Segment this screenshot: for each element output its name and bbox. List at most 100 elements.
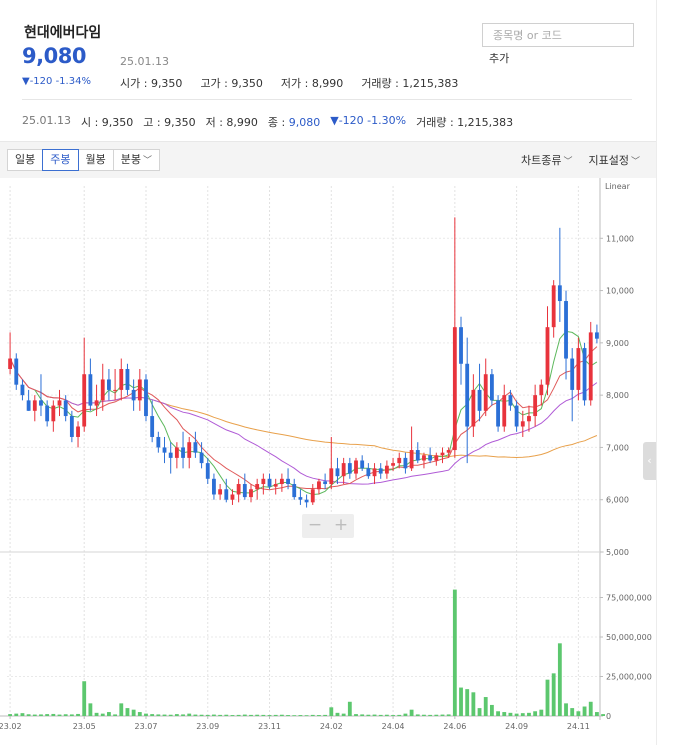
x-tick-label: 24.02 bbox=[320, 722, 343, 731]
tab-minute[interactable]: 분봉 ﹀ bbox=[112, 149, 161, 171]
volume-bar bbox=[298, 715, 303, 716]
candle-body bbox=[45, 405, 50, 422]
volume-bar bbox=[471, 692, 476, 716]
low-price: 저가 : 8,990 bbox=[280, 77, 344, 90]
quote-volume: 거래량 : 1,215,383 bbox=[416, 116, 514, 129]
price-change: ▼-120 -1.34% bbox=[22, 76, 91, 87]
candle-body bbox=[452, 327, 457, 451]
volume-bar bbox=[26, 714, 31, 716]
volume-bar bbox=[489, 704, 494, 716]
volume-bar bbox=[366, 714, 371, 716]
tab-monthly[interactable]: 월봉 bbox=[77, 149, 114, 171]
volume-bar bbox=[354, 714, 358, 716]
quote-line: 25.01.13 시 : 9,350 고 : 9,350 저 : 8,990 종… bbox=[22, 114, 513, 130]
volume-bar bbox=[582, 706, 587, 716]
add-button[interactable]: 추가 bbox=[489, 50, 509, 66]
volume-bar bbox=[57, 714, 62, 716]
candle-body bbox=[218, 489, 223, 495]
volume-bar bbox=[181, 714, 185, 716]
volume-bar bbox=[242, 714, 247, 716]
stock-search-input[interactable] bbox=[483, 24, 633, 47]
panel-border bbox=[656, 0, 657, 745]
candle-body bbox=[162, 447, 167, 453]
volume-bar bbox=[397, 714, 402, 716]
volume-bar bbox=[292, 715, 297, 716]
candle-body bbox=[174, 447, 179, 458]
candle-body bbox=[267, 478, 272, 487]
zoom-in-button[interactable]: + bbox=[328, 514, 354, 538]
volume-bar bbox=[45, 714, 50, 716]
volume-bar bbox=[137, 712, 142, 716]
volume-bar bbox=[576, 711, 581, 716]
quote-open: 시 : 9,350 bbox=[80, 116, 134, 129]
volume-bar bbox=[360, 714, 365, 716]
chevron-down-icon: ﹀ bbox=[563, 157, 573, 167]
candle-body bbox=[434, 455, 439, 461]
x-tick-label: 24.06 bbox=[443, 722, 466, 731]
candle-body bbox=[347, 463, 352, 474]
candle-body bbox=[496, 400, 500, 427]
volume-bar bbox=[82, 681, 87, 716]
volume-bar bbox=[551, 673, 556, 716]
volume-bar bbox=[483, 697, 488, 716]
candle-body bbox=[372, 468, 377, 477]
volume-bar bbox=[545, 679, 550, 716]
candle-body bbox=[144, 379, 148, 417]
volume-bar bbox=[162, 714, 167, 716]
tab-weekly[interactable]: 주봉 bbox=[42, 149, 79, 171]
x-tick-label: 23.02 bbox=[0, 722, 22, 731]
volume-bar bbox=[428, 714, 433, 716]
volume-bar bbox=[310, 714, 315, 716]
candle-body bbox=[403, 457, 408, 469]
side-panel-toggle[interactable]: ‹ bbox=[643, 442, 656, 480]
candle-body bbox=[415, 450, 420, 461]
candle-body bbox=[20, 384, 25, 396]
quote-high: 고 : 9,350 bbox=[143, 116, 196, 129]
candle-body bbox=[471, 389, 476, 427]
volume-bar bbox=[415, 714, 420, 716]
candle-body bbox=[514, 405, 519, 427]
indicator-settings-dropdown[interactable]: 지표설정 ﹀ bbox=[589, 152, 641, 168]
candle-body bbox=[582, 348, 587, 401]
volume-bar bbox=[570, 708, 575, 716]
volume-bar bbox=[514, 713, 519, 716]
candle-body bbox=[292, 484, 297, 498]
candle-body bbox=[255, 484, 260, 490]
volume-bar bbox=[378, 714, 383, 716]
candle-body bbox=[539, 384, 544, 396]
stock-search-box[interactable] bbox=[482, 23, 634, 47]
volume-bar bbox=[539, 709, 544, 716]
volume-bar bbox=[372, 714, 377, 716]
candle-body bbox=[94, 400, 99, 406]
candle-body bbox=[310, 489, 315, 503]
candle-body bbox=[354, 460, 358, 474]
volume-bar bbox=[113, 714, 118, 716]
candle-body bbox=[557, 285, 562, 302]
volume-bar bbox=[279, 714, 284, 716]
candle-body bbox=[477, 389, 482, 411]
tab-daily[interactable]: 일봉 bbox=[7, 149, 44, 171]
candle-body bbox=[69, 416, 74, 437]
chart-canvas[interactable]: Linear 11,000 10,000 9,000 8,000 7,000 6,000 5,… bbox=[0, 178, 656, 745]
stock-chart[interactable]: Linear 11,000 10,000 9,000 8,000 7,000 6,000 5,… bbox=[0, 178, 656, 745]
candle-body bbox=[199, 452, 204, 464]
volume-bar bbox=[119, 703, 124, 716]
chart-type-dropdown[interactable]: 차트종류 ﹀ bbox=[521, 152, 573, 168]
candle-body bbox=[360, 460, 365, 469]
volume-bar bbox=[100, 713, 105, 716]
quote-low: 저 : 8,990 bbox=[205, 116, 258, 129]
volume-bar bbox=[144, 713, 148, 716]
volume-bar bbox=[205, 714, 210, 716]
ma120-line bbox=[9, 358, 598, 459]
divider bbox=[22, 99, 632, 100]
volume-bar bbox=[502, 712, 507, 716]
volume-bar bbox=[107, 712, 111, 716]
candle-body bbox=[317, 481, 321, 490]
quote-close-label: 종 : bbox=[267, 116, 286, 129]
price-date: 25.01.13 bbox=[120, 55, 169, 68]
zoom-out-button[interactable]: − bbox=[302, 514, 328, 538]
ohlc-summary: 시가 : 9,350 고가 : 9,350 저가 : 8,990 거래량 : 1… bbox=[120, 75, 458, 91]
candle-body bbox=[150, 416, 155, 437]
y-tick-label: 5,000 bbox=[606, 548, 629, 557]
candle-body bbox=[397, 457, 402, 464]
